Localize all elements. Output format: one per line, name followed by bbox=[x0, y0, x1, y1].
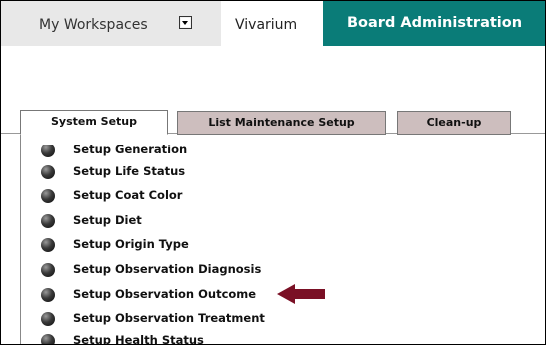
list-item-setup-life-status[interactable]: Setup Life Status bbox=[41, 163, 401, 181]
bullet-icon bbox=[41, 214, 55, 228]
bullet-icon bbox=[41, 165, 55, 179]
bullet-icon bbox=[41, 145, 55, 157]
list-item-label[interactable]: Setup Life Status bbox=[73, 164, 185, 178]
bullet-icon bbox=[41, 263, 55, 277]
list-item-label[interactable]: Setup Observation Treatment bbox=[73, 311, 265, 325]
list-item-label[interactable]: Setup Observation Diagnosis bbox=[73, 262, 261, 276]
list-item-label[interactable]: Setup Generation bbox=[73, 145, 187, 156]
list-item-label[interactable]: Setup Observation Outcome bbox=[73, 287, 256, 301]
app-window: My Workspaces Vivarium Board Administrat… bbox=[0, 0, 546, 345]
bullet-icon bbox=[41, 189, 55, 203]
list-item-setup-observation-outcome[interactable]: Setup Observation Outcome bbox=[41, 286, 401, 304]
list-item-setup-diet[interactable]: Setup Diet bbox=[41, 212, 401, 230]
list-item-setup-observation-treatment[interactable]: Setup Observation Treatment bbox=[41, 310, 401, 328]
bullet-icon bbox=[41, 312, 55, 326]
setup-list: Setup Generation Setup Life Status Setup… bbox=[1, 1, 545, 344]
tab-system-setup[interactable]: System Setup bbox=[20, 110, 168, 135]
left-arrow-icon bbox=[277, 284, 325, 304]
list-item-setup-coat-color[interactable]: Setup Coat Color bbox=[41, 187, 401, 205]
list-item-setup-health-status[interactable]: Setup Health Status bbox=[41, 332, 401, 344]
list-item-label[interactable]: Setup Health Status bbox=[73, 333, 204, 344]
arrow-shape bbox=[277, 284, 325, 304]
bullet-icon bbox=[41, 334, 55, 344]
list-item-setup-observation-diagnosis[interactable]: Setup Observation Diagnosis bbox=[41, 261, 401, 279]
list-item-label[interactable]: Setup Coat Color bbox=[73, 188, 182, 202]
bullet-icon bbox=[41, 238, 55, 252]
list-item-setup-generation[interactable]: Setup Generation bbox=[41, 145, 401, 159]
list-item-setup-origin-type[interactable]: Setup Origin Type bbox=[41, 236, 401, 254]
list-item-label[interactable]: Setup Diet bbox=[73, 213, 142, 227]
bullet-icon bbox=[41, 288, 55, 302]
list-item-label[interactable]: Setup Origin Type bbox=[73, 237, 189, 251]
